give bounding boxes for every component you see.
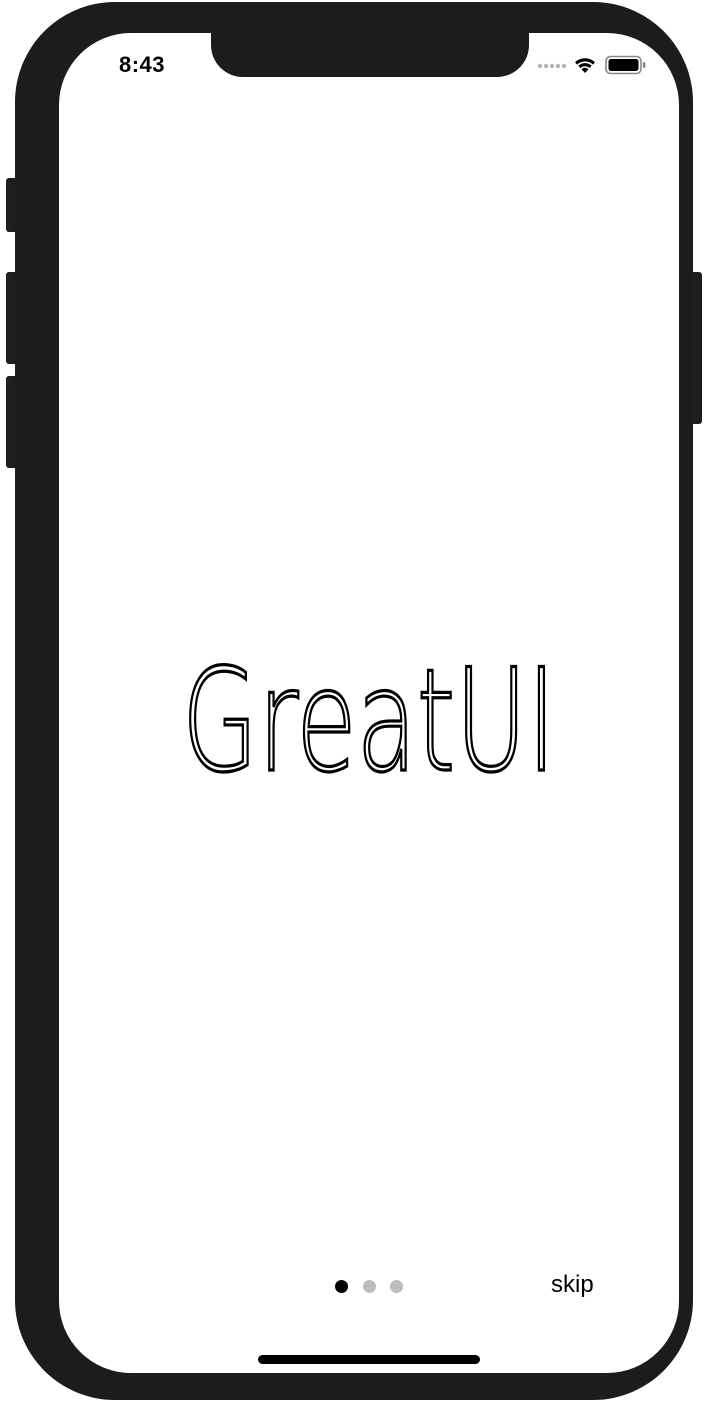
camera-notch bbox=[211, 33, 529, 77]
page-dot-3[interactable] bbox=[390, 1280, 403, 1293]
home-indicator[interactable] bbox=[258, 1355, 480, 1364]
status-time: 8:43 bbox=[119, 52, 166, 77]
page-indicator[interactable] bbox=[335, 1280, 405, 1294]
page-dot-2[interactable] bbox=[363, 1280, 376, 1293]
status-indicators bbox=[537, 53, 647, 77]
phone-frame: 8:43 GreatUI skip bbox=[15, 2, 693, 1400]
greatui-logo: GreatUI bbox=[180, 653, 557, 777]
device-mockup: 8:43 GreatUI skip bbox=[0, 0, 708, 1402]
battery-icon bbox=[605, 55, 646, 75]
logo-text: GreatUI bbox=[182, 653, 556, 777]
page-dot-1[interactable] bbox=[335, 1280, 348, 1293]
app-screen: 8:43 GreatUI skip bbox=[59, 33, 679, 1373]
skip-button[interactable]: skip bbox=[551, 1271, 594, 1299]
signal-dots-icon bbox=[537, 63, 567, 69]
wifi-icon bbox=[575, 58, 595, 73]
